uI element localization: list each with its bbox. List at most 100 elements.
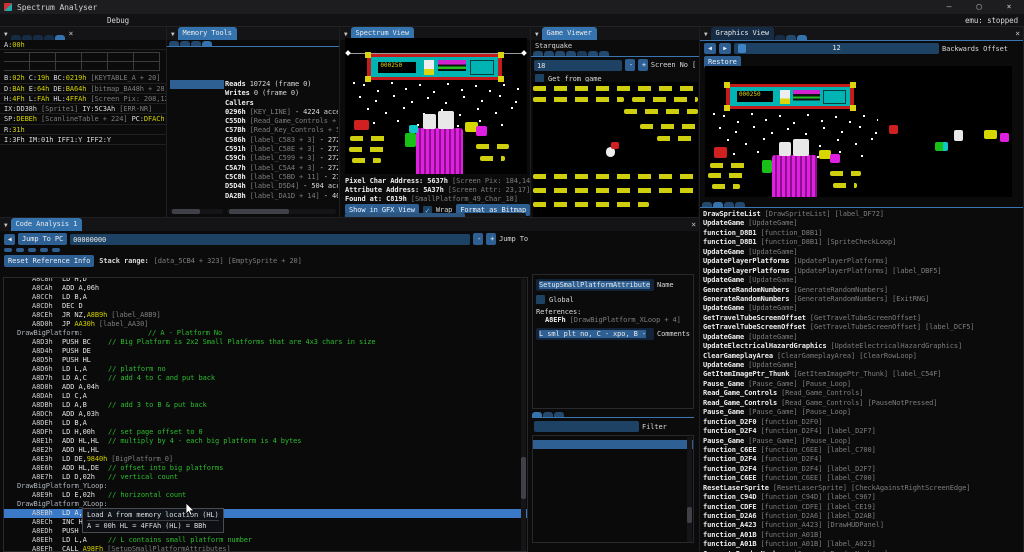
collapse-arrow-icon[interactable]: ▼	[531, 31, 542, 40]
trace-row[interactable]: Pause_Game [Pause_Game] [Pause_Loop]	[700, 408, 1023, 417]
trace-row[interactable]: UpdateGame [UpdateGame]	[700, 333, 1023, 342]
io-device-item[interactable]	[170, 117, 224, 126]
details-scrollbar[interactable]	[227, 209, 336, 214]
disasm-row[interactable]: A8E7h LD D,02h// vertical count	[4, 473, 527, 482]
trace-row[interactable]: GetItemImagePtr_Thunk [GetItemImagePtr_Th…	[700, 370, 1023, 379]
disasm-row[interactable]: A8DCh ADD A,03h	[4, 410, 527, 419]
frame-back-button[interactable]: ◀	[704, 43, 716, 54]
close-icon[interactable]: ×	[66, 29, 77, 40]
io-detail-row[interactable]: C55Dh [Read_Game_Controls + 3] -	[225, 117, 338, 126]
address-decrement-button[interactable]: -	[473, 233, 484, 245]
trace-tab[interactable]	[724, 202, 734, 207]
disasm-row[interactable]: A8E2h ADD HL,HL	[4, 446, 527, 455]
scrollbar-thumb[interactable]	[521, 457, 526, 499]
trace-row[interactable]: Read_Game_Controls [Read_Game_Controls] […	[700, 399, 1023, 408]
disasm-row[interactable]: A8DBh LD A,B// add 3 to B & put back	[4, 401, 527, 410]
trace-row[interactable]: function_D8B1 [function_D8B1] [SpriteChec…	[700, 238, 1023, 247]
io-detail-row[interactable]: 0296h [KEY_LINE] - 4224 accesses	[225, 108, 338, 117]
function-list-item[interactable]	[533, 449, 693, 458]
disasm-row[interactable]: A8D6h LD L,A// platform no	[4, 365, 527, 374]
io-device-item[interactable]	[170, 136, 224, 145]
maximize-icon[interactable]: ▢	[964, 0, 994, 14]
memory-tab[interactable]	[202, 41, 212, 46]
function-list-item[interactable]	[533, 514, 693, 523]
game-viewer-view-tab[interactable]	[577, 51, 587, 56]
function-list-item[interactable]	[533, 440, 693, 450]
step-button[interactable]	[40, 248, 48, 252]
screen-no-decrement-button[interactable]: -	[624, 59, 635, 71]
disasm-row[interactable]: A8D7h LD A,C// add 4 to C and put back	[4, 374, 527, 383]
trace-row[interactable]: ClearGameplayArea [ClearGameplayArea] [Cl…	[700, 352, 1023, 361]
disasm-row[interactable]: A8E9h LD E,02h// horizontal count	[4, 491, 527, 500]
screen-no-input[interactable]: 18	[534, 59, 622, 71]
trace-row[interactable]: function_A423 [function_A423] [DrawHUDPan…	[700, 521, 1023, 530]
browser-tab[interactable]	[543, 412, 553, 417]
game-viewer-view-tab[interactable]	[599, 51, 609, 56]
browser-tab[interactable]	[554, 412, 564, 417]
function-list-item[interactable]	[533, 477, 693, 486]
trace-row[interactable]: GetTravelTubeScreenOffset [GetTravelTubeS…	[700, 323, 1023, 332]
trace-row[interactable]: function_CDFE [function_CDFE] [label_CE19…	[700, 503, 1023, 512]
disasm-row[interactable]: A8C8h LD H,D	[4, 278, 527, 284]
io-device-item[interactable]	[170, 80, 224, 90]
registers-tab[interactable]	[54, 35, 65, 40]
game-viewer-view-tab[interactable]	[533, 51, 543, 56]
function-list-scrollbar[interactable]	[687, 437, 692, 542]
io-detail-row[interactable]: C591h [label_C58E + 3] - 272 acc	[225, 145, 338, 154]
memory-tab[interactable]	[169, 41, 179, 46]
scrollbar-thumb[interactable]	[229, 209, 289, 214]
disasm-row[interactable]: A8EEh LD L,A// L contains small platform …	[4, 536, 527, 545]
registers-tab[interactable]	[43, 35, 54, 40]
pc-address-input[interactable]: 00000000	[70, 233, 471, 245]
scrollbar-thumb[interactable]	[687, 507, 692, 523]
disasm-row[interactable]: A8E6h ADD HL,DE// offset into big platfor…	[4, 464, 527, 473]
io-detail-row[interactable]: Writes 0 (frame 0)	[225, 89, 338, 98]
trace-row[interactable]: ResetLaserSprite [ResetLaserSprite] [Chec…	[700, 484, 1023, 493]
collapse-arrow-icon[interactable]: ▼	[0, 31, 11, 40]
trace-row[interactable]: GetTravelTubeScreenOffset [GetTravelTubeS…	[700, 314, 1023, 323]
trace-row[interactable]: function_A01B [function_A01B]	[700, 531, 1023, 540]
disasm-row[interactable]: A8E1h ADD HL,HL// multiply by 4 - each bi…	[4, 437, 527, 446]
close-icon[interactable]: ×	[1012, 29, 1023, 40]
frame-forward-button[interactable]: ▶	[719, 43, 731, 54]
function-list-item[interactable]	[533, 524, 693, 533]
io-device-item[interactable]	[170, 126, 224, 135]
io-detail-row[interactable]: D5D4h [label_D5D4] - 504 accesse	[225, 182, 338, 191]
reference-entry[interactable]: A8EFh [DrawBigPlatform_XLoop + 4]	[533, 316, 693, 325]
io-detail-row[interactable]: C5A7h [label_C5A4 + 3] - 272 acc	[225, 164, 338, 173]
disasm-row[interactable]: A8CDh DEC D	[4, 302, 527, 311]
minimize-icon[interactable]: –	[934, 0, 964, 14]
game-viewer-tab[interactable]: Game Viewer	[541, 27, 597, 40]
function-list-item[interactable]	[533, 505, 693, 514]
trace-row[interactable]: UpdatePlayerPlatforms [UpdatePlayerPlatfo…	[700, 267, 1023, 276]
function-list-item[interactable]	[533, 496, 693, 505]
game-viewer-view-tab[interactable]	[588, 51, 598, 56]
trace-row[interactable]: function_C94D [function_C94D] [label_C967…	[700, 493, 1023, 502]
disasm-row[interactable]: A8E3h LD DE,9840h [BigPlatform_0]	[4, 455, 527, 464]
screen-no-increment-button[interactable]: +	[637, 59, 648, 71]
disassembly-scrollbar[interactable]	[521, 279, 526, 551]
graphics-tab[interactable]	[797, 35, 808, 40]
memory-tools-tab[interactable]: Memory Tools	[177, 27, 237, 40]
trace-row[interactable]: function_D8B1 [function_D8B1]	[700, 229, 1023, 238]
marker-handle-right[interactable]	[521, 50, 527, 56]
browser-tab[interactable]	[532, 412, 542, 417]
game-viewer-view-tab[interactable]	[555, 51, 565, 56]
jump-to-pc-button[interactable]: Jump To PC	[18, 233, 68, 245]
backwards-offset-slider[interactable]: 12	[734, 43, 939, 54]
trace-row[interactable]: Pause_Game [Pause_Game] [Pause_Loop]	[700, 437, 1023, 446]
code-analysis-tab[interactable]: Code Analysis 1	[10, 218, 83, 231]
trace-row[interactable]: GenerateRandomNumbers[GenerateRandomNumb…	[700, 286, 1023, 295]
disasm-row[interactable]: A8D4h PUSH DE	[4, 347, 527, 356]
step-button[interactable]	[28, 248, 36, 252]
collapse-arrow-icon[interactable]: ▼	[167, 31, 178, 40]
memory-tab[interactable]	[180, 41, 190, 46]
game-viewer-view-tab[interactable]	[544, 51, 554, 56]
disasm-row[interactable]: A8CAh ADD A,06h	[4, 284, 527, 293]
disasm-row[interactable]: A8D5h PUSH HL	[4, 356, 527, 365]
disasm-row[interactable]: A8CEh JR NZ,A8B9h [label_A8B9]	[4, 311, 527, 320]
nav-back-button[interactable]: ◀	[4, 233, 15, 245]
disasm-row[interactable]: DrawBigPlatform_YLoop:	[4, 482, 527, 491]
io-detail-row[interactable]: C59Ch [label_C599 + 3] - 272 acc	[225, 154, 338, 163]
graphics-tab[interactable]	[775, 35, 786, 40]
